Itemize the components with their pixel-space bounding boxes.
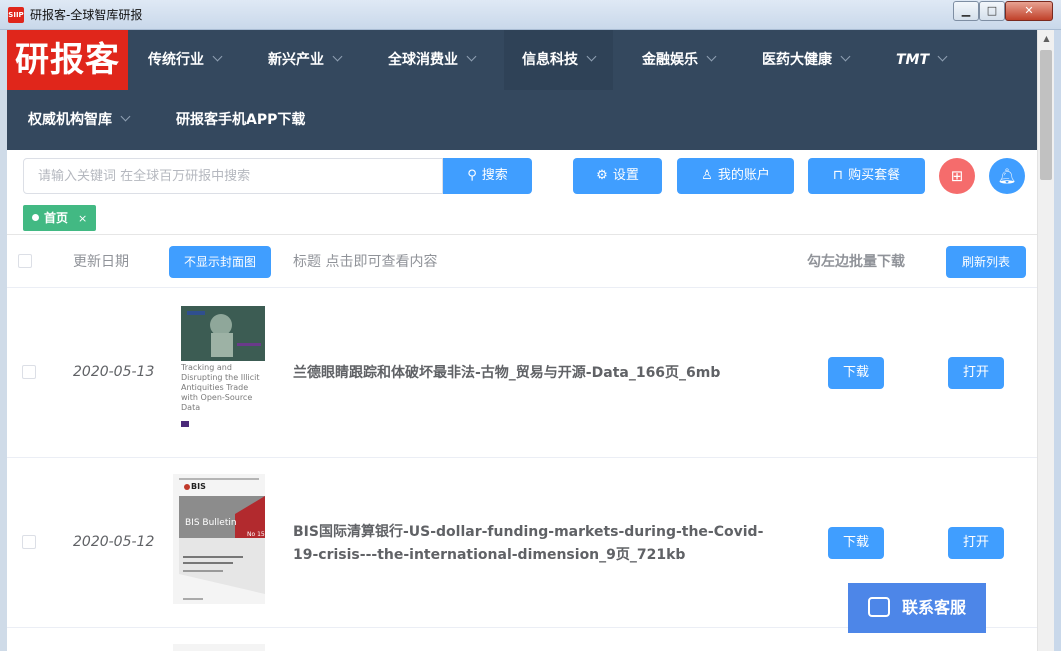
maximize-button[interactable]: □ xyxy=(979,1,1005,21)
nav-item-label: TMT xyxy=(896,52,930,68)
nav-item-finance[interactable]: 金融娱乐 xyxy=(642,30,717,90)
gift-icon: ⊞ xyxy=(950,167,964,185)
bell-icon: 🔔︎ xyxy=(997,167,1017,185)
contact-support-label: 联系客服 xyxy=(901,598,966,617)
app-client-area: 研报客 传统行业 新兴产业 全球消费业 信息科技 金融娱乐 医药大健康 TMT … xyxy=(7,30,1037,651)
window-frame xyxy=(1054,30,1061,651)
gear-icon: ⚙ xyxy=(596,168,608,183)
notification-button[interactable]: 🔔︎ xyxy=(989,158,1025,194)
cover-number: No 15 xyxy=(247,531,265,538)
chevron-down-icon xyxy=(120,111,131,122)
nav-item-tmt[interactable]: TMT xyxy=(896,30,948,90)
account-button[interactable]: ♙ 我的账户 xyxy=(677,158,794,194)
settings-button[interactable]: ⚙ 设置 xyxy=(573,158,662,194)
refresh-list-button[interactable]: 刷新列表 xyxy=(946,246,1026,278)
top-nav: 研报客 传统行业 新兴产业 全球消费业 信息科技 金融娱乐 医药大健康 TMT … xyxy=(7,30,1037,150)
header-batch-download: 勾左边批量下载 xyxy=(807,254,905,270)
cover-title: Tracking and Disrupting the Illicit Anti… xyxy=(181,363,260,412)
window-titlebar: SIIP 研报客-全球智库研报 ▁ □ ✕ xyxy=(0,0,1061,30)
logo[interactable]: 研报客 xyxy=(7,30,128,90)
search-input[interactable] xyxy=(23,158,443,194)
chevron-down-icon xyxy=(466,51,477,62)
nav-item-label: 信息科技 xyxy=(522,52,578,68)
search-button-label: 搜索 xyxy=(481,168,508,183)
shopping-bag-icon: ⊓ xyxy=(832,168,844,183)
nav-item-label: 金融娱乐 xyxy=(642,52,698,68)
cover-art xyxy=(173,474,265,604)
scroll-up-icon[interactable]: ▲ xyxy=(1038,30,1055,47)
nav-item-label: 新兴产业 xyxy=(268,52,324,68)
nav-item-label: 医药大健康 xyxy=(762,52,832,68)
download-button[interactable]: 下载 xyxy=(828,357,884,389)
row-title[interactable]: 兰德眼睛跟踪和体破坏最非法-古物_贸易与开源-Data_166页_6mb xyxy=(293,362,785,385)
cover-brand: BIS xyxy=(191,482,206,491)
minimize-button[interactable]: ▁ xyxy=(953,1,979,21)
chevron-down-icon xyxy=(840,51,851,62)
nav-item-emerging[interactable]: 新兴产业 xyxy=(268,30,343,90)
tab-home-label: 首页 xyxy=(44,211,69,225)
nav-item-label: 全球消费业 xyxy=(388,52,458,68)
search-button[interactable]: ⚲ 搜索 xyxy=(443,158,532,194)
row-title[interactable]: BIS国际清算银行-US-dollar-funding-markets-duri… xyxy=(293,521,785,567)
nav-item-label: 传统行业 xyxy=(148,52,204,68)
search-icon: ⚲ xyxy=(467,168,477,183)
nav-item-label: 权威机构智库 xyxy=(28,112,112,128)
vertical-scrollbar[interactable]: ▲ xyxy=(1037,30,1054,651)
nav-item-it[interactable]: 信息科技 xyxy=(504,30,613,90)
open-button[interactable]: 打开 xyxy=(948,357,1004,389)
chevron-down-icon xyxy=(706,51,717,62)
nav-item-label: 研报客手机APP下载 xyxy=(176,112,306,128)
report-cover-image[interactable]: BIS BIS Bulletin No 15 xyxy=(173,474,265,604)
tab-home[interactable]: 首页 × xyxy=(23,205,97,231)
nav-item-health[interactable]: 医药大健康 xyxy=(762,30,851,90)
chat-icon xyxy=(868,597,890,617)
table-row: 2020-05-13 Tracking and Disrupting the I… xyxy=(7,288,1037,458)
active-dot-icon xyxy=(32,214,39,221)
tab-bar: 首页 × xyxy=(7,202,1037,235)
row-checkbox[interactable] xyxy=(22,535,36,549)
nav-item-consumer[interactable]: 全球消费业 xyxy=(388,30,477,90)
row-date: 2020-05-12 xyxy=(73,534,155,550)
contact-support-button[interactable]: 联系客服 xyxy=(848,583,986,633)
cover-series: BIS Bulletin xyxy=(185,518,237,528)
user-icon: ♙ xyxy=(701,168,713,183)
toggle-cover-button[interactable]: 不显示封面图 xyxy=(169,246,271,278)
chevron-down-icon xyxy=(586,51,597,62)
chevron-down-icon xyxy=(332,51,343,62)
download-button[interactable]: 下载 xyxy=(828,527,884,559)
gift-button[interactable]: ⊞ xyxy=(939,158,975,194)
app-icon: SIIP xyxy=(8,7,24,23)
scroll-thumb[interactable] xyxy=(1040,50,1052,180)
chevron-down-icon xyxy=(212,51,223,62)
table-header: 更新日期 不显示封面图 标题 点击即可查看内容 勾左边批量下载 刷新列表 xyxy=(7,235,1037,288)
row-date: 2020-05-13 xyxy=(73,364,155,380)
close-icon[interactable]: × xyxy=(78,212,87,225)
settings-button-label: 设置 xyxy=(612,168,639,183)
report-cover-image[interactable] xyxy=(173,644,265,651)
header-title: 标题 点击即可查看内容 xyxy=(293,254,438,270)
open-button[interactable]: 打开 xyxy=(948,527,1004,559)
row-checkbox[interactable] xyxy=(22,365,36,379)
report-cover-image[interactable]: Tracking and Disrupting the Illicit Anti… xyxy=(173,303,265,428)
nav-item-traditional[interactable]: 传统行业 xyxy=(148,30,223,90)
close-button[interactable]: ✕ xyxy=(1005,1,1053,21)
chevron-down-icon xyxy=(937,51,948,62)
buy-plan-button-label: 购买套餐 xyxy=(848,168,901,183)
account-button-label: 我的账户 xyxy=(717,168,770,183)
header-date: 更新日期 xyxy=(73,254,129,270)
buy-plan-button[interactable]: ⊓ 购买套餐 xyxy=(808,158,925,194)
nav-item-app-download[interactable]: 研报客手机APP下载 xyxy=(176,90,305,150)
window-title: 研报客-全球智库研报 xyxy=(30,8,143,22)
select-all-checkbox[interactable] xyxy=(18,254,32,268)
nav-item-think-tanks[interactable]: 权威机构智库 xyxy=(28,90,131,150)
